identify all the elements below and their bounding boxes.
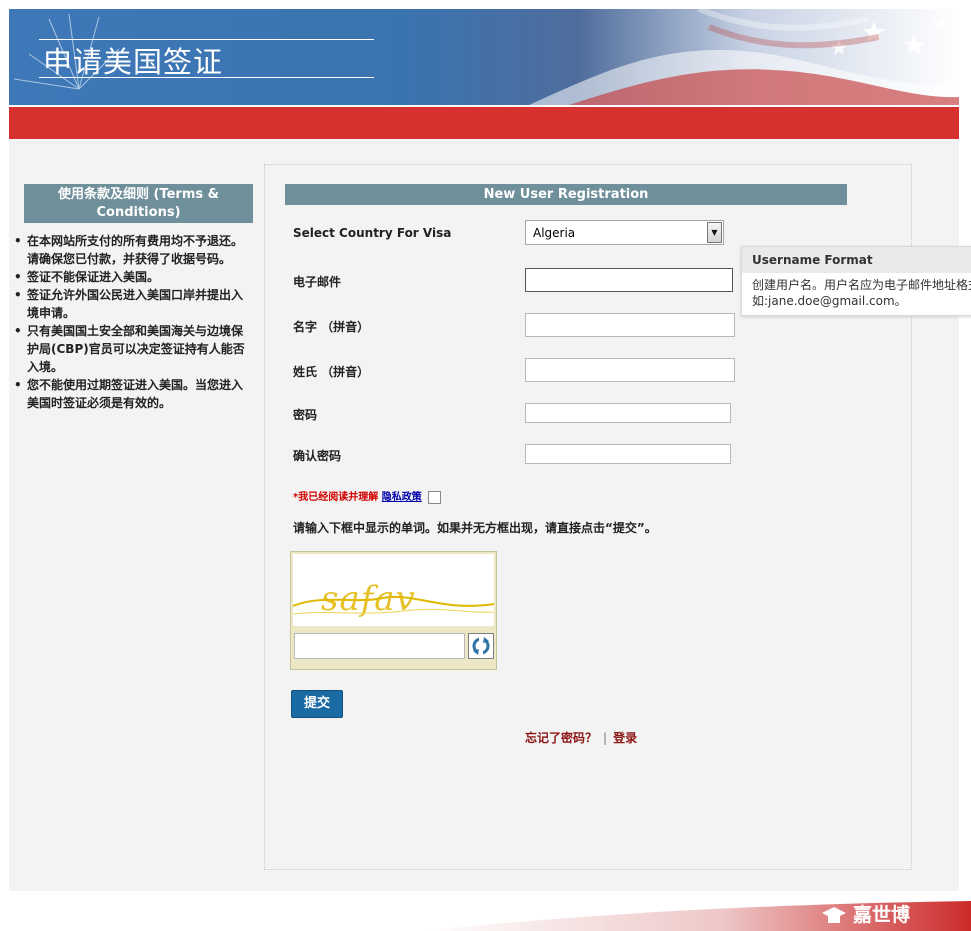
- terms-item: 在本网站所支付的所有费用均不予退还。请确保您已付款，并获得了收据号码。: [12, 232, 252, 268]
- email-field[interactable]: [525, 268, 733, 292]
- registration-heading: New User Registration: [285, 184, 847, 205]
- privacy-agreement: *我已经阅读并理解 隐私政策: [293, 488, 442, 504]
- confirm-password-field[interactable]: [525, 444, 731, 464]
- country-label: Select Country For Visa: [293, 226, 452, 240]
- terms-item: 签证不能保证进入美国。: [12, 268, 252, 286]
- graduation-cap-icon: [822, 907, 846, 923]
- forgot-password-link[interactable]: 忘记了密码？: [525, 731, 597, 745]
- surname-label: 姓氏 （拼音）: [293, 365, 370, 379]
- header-banner: 申请美国签证: [9, 9, 959, 105]
- footer-logo-text: 嘉世博: [853, 904, 911, 926]
- password-field[interactable]: [525, 403, 731, 423]
- tooltip-text-line2: 如:jane.doe@gmail.com。: [752, 294, 907, 308]
- red-banner-bar: [9, 107, 959, 139]
- refresh-captcha-button[interactable]: [468, 633, 494, 659]
- password-label: 密码: [293, 408, 318, 422]
- terms-item: 只有美国国土安全部和美国海关与边境保护局(CBP)官员可以决定签证持有人能否入境…: [12, 322, 252, 376]
- account-links: 忘记了密码？ | 登录: [525, 729, 637, 746]
- privacy-checkbox[interactable]: [428, 490, 442, 504]
- terms-heading: 使用条款及细则 (Terms & Conditions): [24, 184, 253, 223]
- email-label: 电子邮件: [293, 275, 342, 289]
- privacy-required-text: *我已经阅读并理解: [293, 492, 379, 503]
- privacy-policy-link[interactable]: 隐私政策: [382, 492, 422, 503]
- given-name-label: 名字 （拼音）: [293, 320, 370, 334]
- captcha-box: safav: [290, 551, 497, 670]
- dropdown-arrow-icon[interactable]: ▼: [707, 222, 722, 243]
- terms-list: 在本网站所支付的所有费用均不予退还。请确保您已付款，并获得了收据号码。 签证不能…: [12, 232, 252, 412]
- captcha-instruction: 请输入下框中显示的单词。如果并无方框出现，请直接点击“提交”。: [293, 521, 657, 535]
- captcha-input[interactable]: [294, 633, 465, 659]
- link-separator: |: [603, 731, 608, 745]
- country-select-value: Algeria: [533, 226, 576, 240]
- confirm-password-label: 确认密码: [293, 449, 342, 463]
- country-select[interactable]: Algeria ▼: [525, 220, 724, 245]
- terms-item: 签证允许外国公民进入美国口岸并提出入境申请。: [12, 286, 252, 322]
- tooltip-title: Username Format: [742, 247, 971, 273]
- username-format-tooltip: Username Format 创建用户名。用户名应为电子邮件地址格式 如:ja…: [741, 246, 971, 316]
- captcha-image: safav: [292, 554, 495, 626]
- surname-field[interactable]: [525, 358, 735, 382]
- login-link[interactable]: 登录: [613, 731, 637, 745]
- tooltip-text-line1: 创建用户名。用户名应为电子邮件地址格式: [752, 278, 971, 292]
- title-rule-bottom: [39, 77, 374, 78]
- page-title: 申请美国签证: [43, 45, 224, 79]
- submit-button[interactable]: 提交: [291, 690, 343, 718]
- given-name-field[interactable]: [525, 313, 735, 337]
- terms-item: 您不能使用过期签证进入美国。当您进入美国时签证必须是有效的。: [12, 376, 252, 412]
- refresh-icon: [472, 636, 490, 656]
- footer-logo: 嘉世博: [815, 900, 971, 931]
